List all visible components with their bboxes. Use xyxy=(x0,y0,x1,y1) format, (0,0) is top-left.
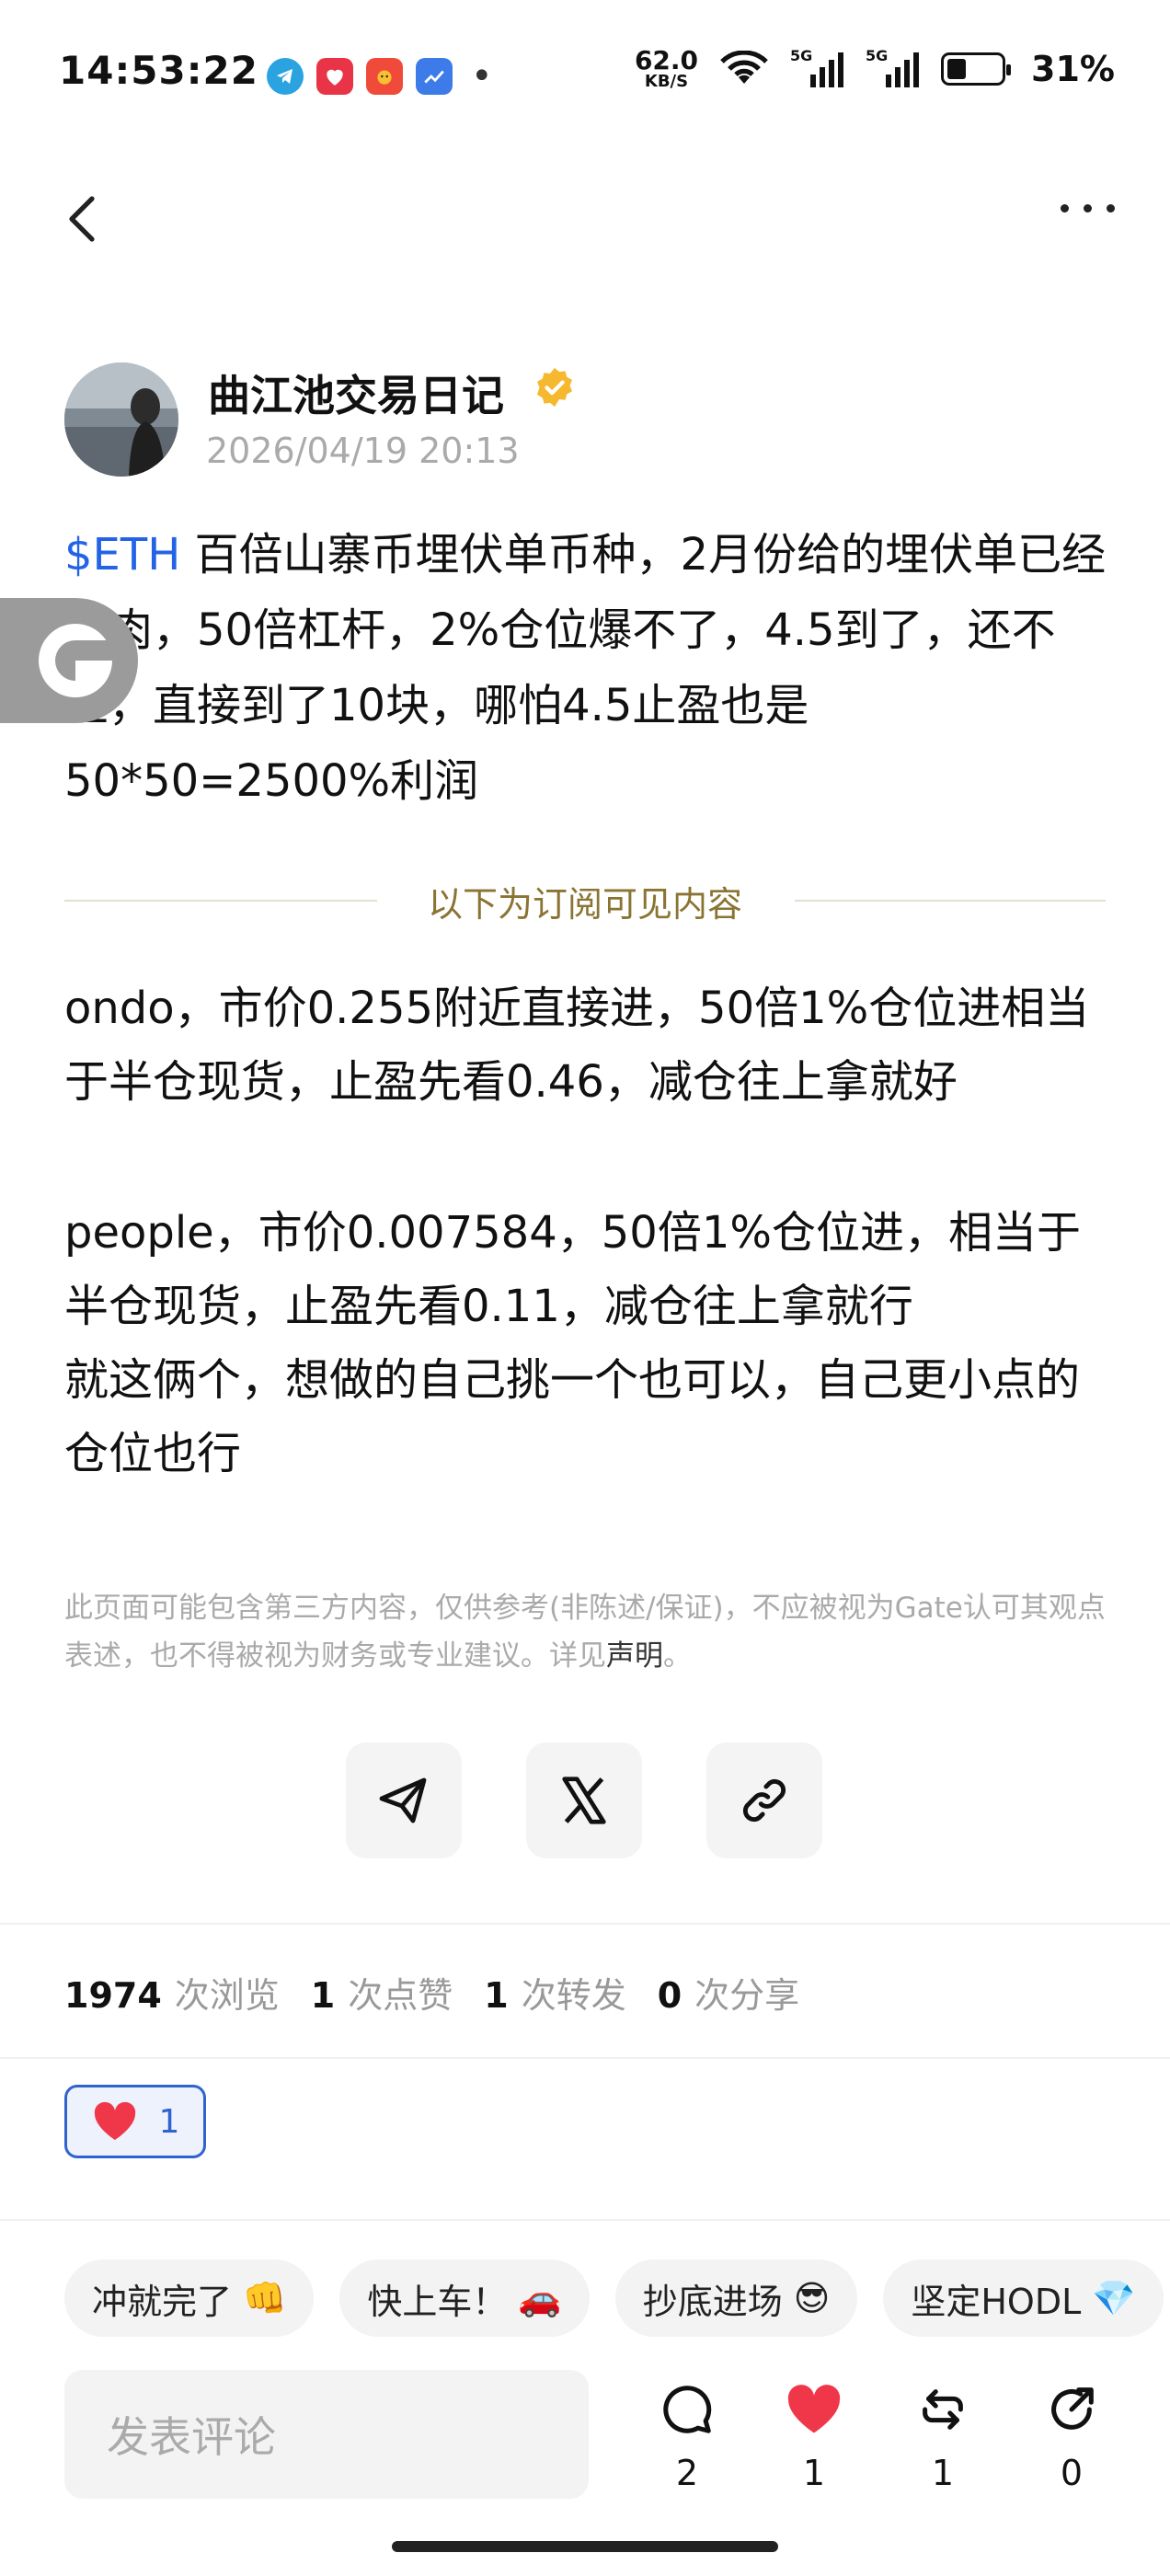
status-app-icons: • xyxy=(267,55,493,98)
shares-count: 0 xyxy=(657,1975,682,2016)
dot xyxy=(1084,204,1092,213)
post-date: 2026/04/19 20:13 xyxy=(206,431,520,471)
net-speed-value: 62.0 xyxy=(634,45,699,75)
battery-icon xyxy=(941,52,1012,86)
quick-reply-text: 冲就完了 xyxy=(92,2281,233,2322)
reposts-label: 次转发 xyxy=(521,1975,626,2016)
subscriber-content: ondo，市价0.255附近直接进，50倍1%仓位进相当于半仓现货，止盈先看0.… xyxy=(64,972,1122,1490)
gate-logo-icon xyxy=(39,624,112,697)
net-speed-unit: KB/S xyxy=(644,72,689,91)
quick-reply-chip[interactable]: 冲就完了 👊 xyxy=(64,2260,315,2337)
home-indicator[interactable] xyxy=(392,2541,778,2552)
like-button[interactable]: 1 xyxy=(773,2381,855,2493)
comments-button[interactable]: 2 xyxy=(646,2381,728,2493)
heart-reaction-chip[interactable]: 1 xyxy=(64,2085,206,2158)
status-right: 62.0 KB/S 5G 5G 31% xyxy=(635,47,1115,90)
subscriber-paragraph: people，市价0.007584，50倍1%仓位进，相当于半仓现货，止盈先看0… xyxy=(64,1207,1081,1332)
subscription-divider-label: 以下为订阅可见内容 xyxy=(427,884,742,925)
wifi-icon xyxy=(720,51,768,84)
views-label: 次浏览 xyxy=(174,1975,280,2016)
likes-label: 次点赞 xyxy=(348,1975,453,2016)
repost-button[interactable]: 1 xyxy=(901,2381,984,2493)
reposts-count: 1 xyxy=(931,2453,955,2493)
signal-label: 5G xyxy=(790,47,813,64)
subscriber-paragraph: 就这俩个，想做的自己挑一个也可以，自己更小点的仓位也行 xyxy=(64,1354,1081,1479)
more-options-button[interactable] xyxy=(1061,204,1115,213)
comment-bubble-icon xyxy=(663,2386,712,2433)
hashtag-link[interactable]: $ETH xyxy=(64,529,180,581)
avatar[interactable] xyxy=(64,362,178,477)
dot xyxy=(1061,204,1069,213)
send-icon xyxy=(379,1777,427,1823)
verified-badge-icon xyxy=(537,367,572,408)
heart-app-icon xyxy=(316,58,353,95)
chevron-left-icon xyxy=(69,196,95,242)
signal-icon-1: 5G xyxy=(790,47,845,87)
avatar-image xyxy=(64,362,178,477)
copy-link-button[interactable] xyxy=(706,1742,822,1858)
post-body: $ETH 百倍山寨币埋伏单币种，2月份给的埋伏单已经吃肉，50倍杠杆，2%仓位爆… xyxy=(64,517,1113,819)
quick-reply-text: 坚定HODL xyxy=(911,2281,1082,2322)
disclaimer-text: 此页面可能包含第三方内容，仅供参考(非陈述/保证)，不应被视为Gate认可其观点… xyxy=(64,1592,1106,1673)
signal-icon-2: 5G xyxy=(866,47,921,87)
quick-reply-chip[interactable]: 坚定HODL 💎 xyxy=(883,2260,1164,2337)
author-name[interactable]: 曲江池交易日记 xyxy=(208,362,504,423)
reaction-count: 1 xyxy=(158,2102,180,2141)
likes-count: 1 xyxy=(802,2453,826,2493)
pet-app-icon xyxy=(366,58,403,95)
sunglasses-emoji-icon: 😎 xyxy=(793,2278,831,2318)
diamond-emoji-icon: 💎 xyxy=(1092,2277,1136,2318)
quick-reply-chip[interactable]: 快上车！ 🚗 xyxy=(339,2260,590,2337)
signal-label: 5G xyxy=(866,47,889,64)
comments-count: 2 xyxy=(675,2453,699,2493)
likes-count: 1 xyxy=(310,1975,336,2016)
dot xyxy=(1107,204,1115,213)
subscriber-paragraph: ondo，市价0.255附近直接进，50倍1%仓位进相当于半仓现货，止盈先看0.… xyxy=(64,983,1090,1108)
floating-gate-widget[interactable] xyxy=(0,598,138,723)
notification-dot: • xyxy=(471,55,493,98)
disclaimer: 此页面可能包含第三方内容，仅供参考(非陈述/保证)，不应被视为Gate认可其观点… xyxy=(64,1584,1113,1680)
views-count: 1974 xyxy=(64,1975,162,2016)
shares-count: 0 xyxy=(1060,2453,1084,2493)
share-button[interactable]: 0 xyxy=(1030,2381,1113,2493)
reposts-count: 1 xyxy=(484,1975,509,2016)
car-emoji-icon: 🚗 xyxy=(518,2277,562,2318)
comment-input[interactable]: 发表评论 xyxy=(64,2370,589,2499)
shares-label: 次分享 xyxy=(694,1975,800,2016)
fist-emoji-icon: 👊 xyxy=(243,2277,287,2318)
quick-reply-chip[interactable]: 抄底进场 😎 xyxy=(614,2260,858,2337)
post-stats: 1974 次浏览 1 次点赞 1 次转发 0 次分享 xyxy=(64,1967,831,2018)
share-x-button[interactable] xyxy=(526,1742,642,1858)
status-time: 14:53:22 xyxy=(59,48,258,93)
share-telegram-button[interactable] xyxy=(346,1742,462,1858)
repost-icon xyxy=(923,2389,963,2430)
heart-filled-icon xyxy=(787,2385,841,2433)
disclaimer-link[interactable]: 声明 xyxy=(606,1639,663,1673)
net-speed: 62.0 KB/S xyxy=(635,48,698,90)
x-logo-icon xyxy=(562,1777,606,1824)
separator xyxy=(0,2219,1170,2221)
chart-app-icon xyxy=(416,58,453,95)
quick-reply-text: 快上车！ xyxy=(367,2281,508,2322)
post-body-text: 百倍山寨币埋伏单币种，2月份给的埋伏单已经吃肉，50倍杠杆，2%仓位爆不了，4.… xyxy=(64,529,1107,807)
share-icon xyxy=(1051,2387,1094,2430)
quick-reply-text: 抄底进场 xyxy=(642,2281,783,2322)
telegram-icon xyxy=(267,58,304,95)
separator xyxy=(0,1923,1170,1925)
back-button[interactable] xyxy=(57,191,112,247)
link-icon xyxy=(743,1779,786,1822)
heart-icon xyxy=(94,2101,135,2140)
battery-percent: 31% xyxy=(1031,49,1115,89)
separator xyxy=(0,2057,1170,2059)
disclaimer-end: 。 xyxy=(663,1639,692,1673)
comment-placeholder: 发表评论 xyxy=(107,2412,276,2462)
quick-replies: 冲就完了 👊 快上车！ 🚗 抄底进场 😎 坚定HODL 💎 xyxy=(64,2260,1164,2337)
